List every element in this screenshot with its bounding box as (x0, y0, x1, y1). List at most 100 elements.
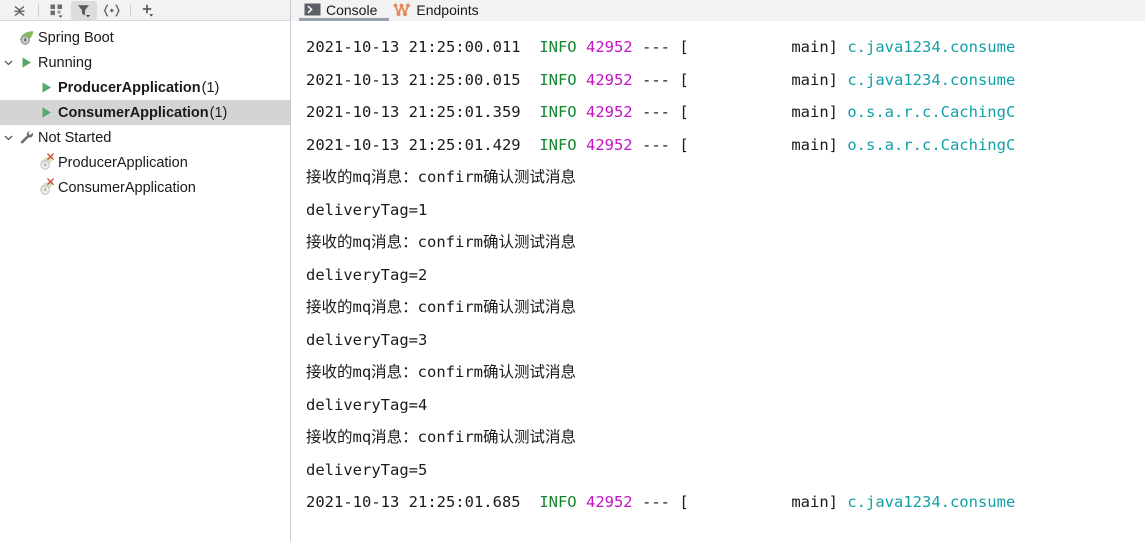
group-by-glyph (50, 4, 63, 18)
error-x-badge: ✕ (45, 175, 56, 189)
console-panel: Console Endpoints 2021-10-13 21:25:00.01… (291, 0, 1145, 541)
tree-item-not-started[interactable]: Not Started (0, 125, 290, 150)
log-thread-segment: [ main] (679, 103, 838, 121)
log-dash-segment: --- (642, 70, 670, 89)
tree-item-label: ProducerApplication (58, 79, 201, 96)
tree-item-label: ProducerApplication (58, 154, 188, 171)
console-log-line: 2021-10-13 21:25:01.685 INFO 42952 --- [… (291, 486, 1145, 519)
spring-leaf-error-icon: ✕ (36, 150, 56, 171)
tree-item-running[interactable]: Running (0, 50, 290, 75)
expand-selection-glyph (103, 3, 120, 17)
tab-label: Console (326, 1, 378, 18)
console-message-line: 接收的mq消息：confirm确认测试消息 (306, 168, 576, 186)
tree-item-label: ConsumerApplication (58, 179, 196, 196)
spring-leaf-glyph (19, 31, 33, 45)
log-pid-segment: 42952 (585, 135, 633, 154)
tab-endpoints[interactable]: Endpoints (389, 0, 490, 19)
log-pid-segment: 42952 (585, 103, 633, 121)
log-ts-segment: 2021-10-13 21:25:01.685 (306, 493, 521, 511)
services-tree: Spring Boot Running ProducerApplication … (0, 21, 290, 200)
console-message-line: 接收的mq消息：confirm确认测试消息 (306, 428, 576, 446)
tree-item-count: (1) (201, 79, 220, 96)
console-message-line: deliveryTag=1 (306, 200, 428, 219)
log-level-segment: INFO (539, 103, 577, 121)
tab-console[interactable]: Console (299, 0, 390, 21)
tree-item-label: Not Started (38, 129, 112, 146)
tab-label: Endpoints (416, 1, 479, 18)
log-pid-segment: 42952 (585, 38, 633, 56)
tree-item-consumer-application-running[interactable]: ConsumerApplication (1) (0, 100, 290, 125)
add-icon[interactable] (136, 1, 162, 20)
log-thread-segment: [ main] (679, 135, 838, 154)
log-thread-segment: [ main] (679, 493, 838, 511)
log-dash-segment: --- (642, 103, 670, 121)
tree-item-producer-application-not-started[interactable]: ✕ ProducerApplication (0, 150, 290, 175)
tree-item-consumer-application-not-started[interactable]: ✕ ConsumerApplication (0, 175, 290, 200)
log-ts-segment: 2021-10-13 21:25:01.359 (306, 103, 521, 121)
console-output[interactable]: 2021-10-13 21:25:00.011 INFO 42952 --- [… (291, 21, 1145, 541)
play-triangle-glyph (42, 107, 51, 118)
run-play-icon (16, 56, 36, 69)
run-dashboard-window: Spring Boot Running ProducerApplication … (0, 0, 1145, 541)
log-logger-segment: o.s.a.r.c.CachingC (847, 135, 1016, 154)
filter-icon[interactable] (71, 0, 97, 20)
console-log-line: 2021-10-13 21:25:00.015 INFO 42952 --- [… (291, 64, 1145, 97)
services-sidebar: Spring Boot Running ProducerApplication … (0, 0, 291, 541)
tree-item-spring-boot[interactable]: Spring Boot (0, 25, 290, 50)
run-play-icon (36, 106, 56, 119)
console-message-line: 接收的mq消息：confirm确认测试消息 (306, 363, 576, 381)
console-message-line: deliveryTag=4 (306, 395, 428, 414)
console-log-line: 2021-10-13 21:25:01.359 INFO 42952 --- [… (291, 96, 1145, 129)
tree-item-count: (1) (209, 104, 228, 121)
log-ts-segment: 2021-10-13 21:25:01.429 (306, 135, 521, 154)
tree-item-label: Spring Boot (38, 29, 114, 46)
toolbar-separator-1 (38, 3, 39, 17)
log-level-segment: INFO (539, 38, 577, 56)
console-log-line: 2021-10-13 21:25:00.011 INFO 42952 --- [… (291, 31, 1145, 64)
log-dash-segment: --- (642, 493, 670, 511)
toolbar-separator-2 (130, 3, 131, 17)
spring-leaf-error-icon: ✕ (36, 175, 56, 196)
chevron-down-glyph (4, 60, 12, 66)
sidebar-toolbar (0, 0, 290, 21)
group-by-icon[interactable] (44, 1, 70, 20)
expand-selection-icon[interactable] (98, 1, 124, 20)
chevron-down-glyph (4, 135, 12, 141)
log-level-segment: INFO (539, 493, 577, 511)
console-glyph (304, 3, 320, 16)
error-x-badge: ✕ (45, 150, 56, 164)
log-logger-segment: c.java1234.consume (847, 70, 1016, 89)
log-pid-segment: 42952 (585, 70, 633, 89)
console-message-line: deliveryTag=2 (306, 265, 428, 284)
log-ts-segment: 2021-10-13 21:25:00.011 (306, 38, 521, 56)
log-thread-segment: [ main] (679, 70, 838, 89)
console-log-line: 2021-10-13 21:25:01.429 INFO 42952 --- [… (291, 129, 1145, 162)
filter-funnel-glyph (78, 4, 90, 17)
wrench-glyph (20, 130, 33, 144)
console-message-line: deliveryTag=5 (306, 460, 428, 479)
log-dash-segment: --- (642, 38, 670, 56)
tree-item-label: ConsumerApplication (58, 104, 209, 121)
chevron-down-icon[interactable] (0, 57, 16, 68)
chevron-down-icon[interactable] (0, 132, 16, 143)
tree-item-label: Running (38, 54, 93, 71)
console-message-line: 接收的mq消息：confirm确认测试消息 (306, 233, 576, 251)
log-thread-segment: [ main] (679, 38, 838, 56)
log-logger-segment: c.java1234.consume (847, 38, 1016, 56)
play-triangle-glyph (22, 57, 31, 68)
run-play-icon (36, 81, 56, 94)
wrench-icon (16, 130, 36, 145)
endpoints-glyph (393, 3, 411, 16)
spring-leaf-icon (16, 29, 36, 46)
tree-item-producer-application-running[interactable]: ProducerApplication (1) (0, 75, 290, 100)
console-message-line: 接收的mq消息：confirm确认测试消息 (306, 298, 576, 316)
endpoints-icon (393, 3, 411, 17)
console-message-line: deliveryTag=3 (306, 330, 428, 349)
log-level-segment: INFO (539, 70, 577, 89)
log-level-segment: INFO (539, 135, 577, 154)
play-triangle-glyph (42, 82, 51, 93)
log-logger-segment: c.java1234.consume (847, 493, 1016, 511)
collapse-all-icon[interactable] (6, 1, 32, 20)
log-logger-segment: o.s.a.r.c.CachingC (847, 103, 1016, 121)
add-plus-glyph (142, 4, 154, 16)
